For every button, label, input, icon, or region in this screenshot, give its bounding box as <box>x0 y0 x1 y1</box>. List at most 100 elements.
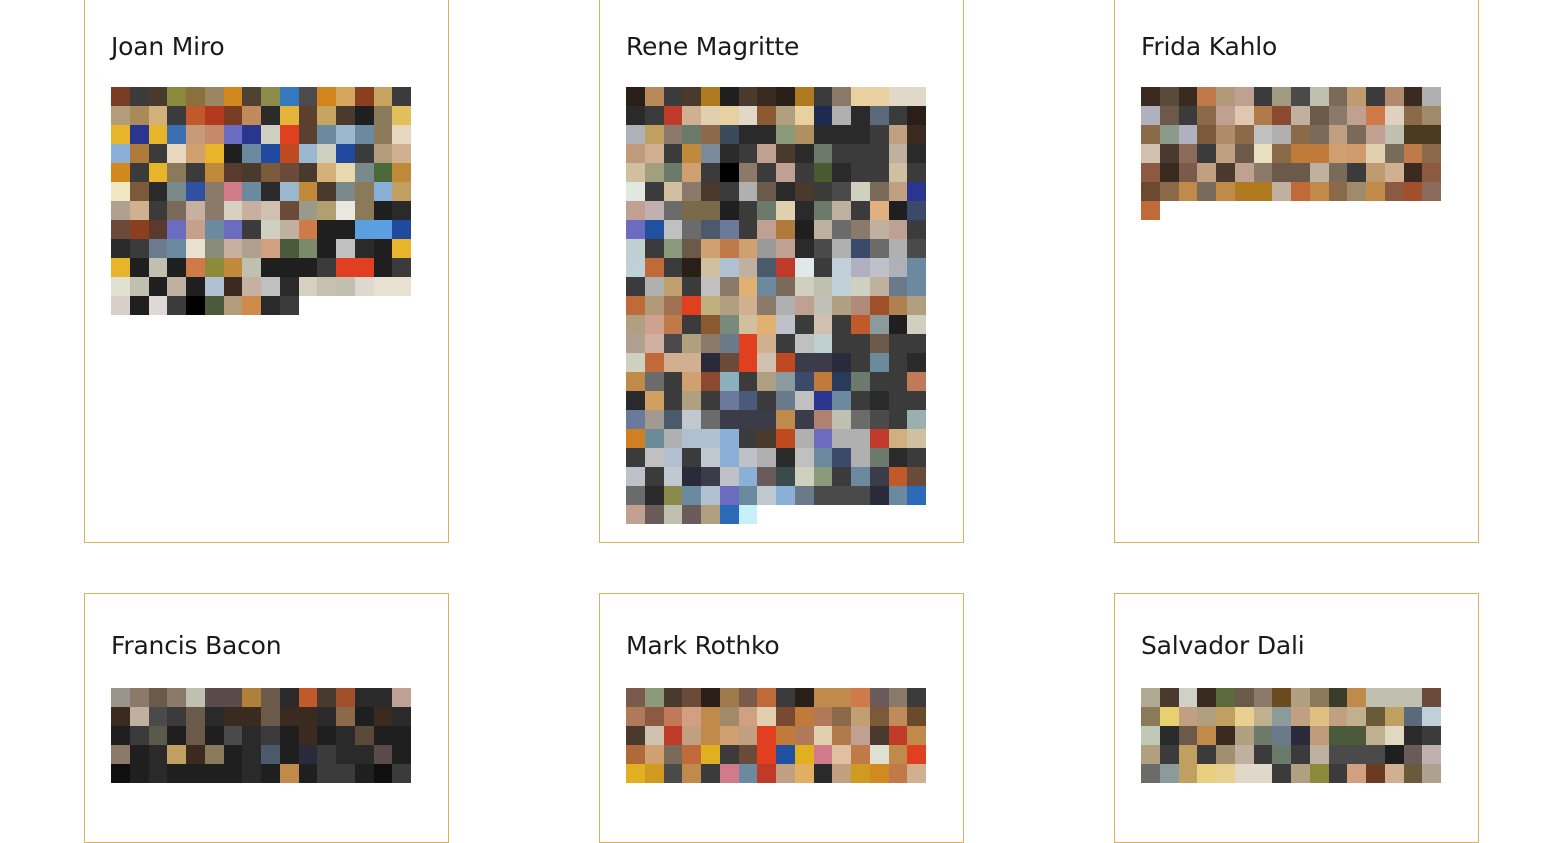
color-swatch <box>869 239 889 258</box>
color-swatch <box>1384 707 1404 726</box>
color-swatch <box>129 201 149 220</box>
color-swatch <box>1272 745 1291 764</box>
color-swatch <box>1328 125 1348 144</box>
color-swatch <box>1291 707 1310 726</box>
color-swatch <box>757 315 776 334</box>
color-swatch <box>813 745 833 764</box>
color-swatch <box>738 106 758 125</box>
color-swatch <box>888 448 908 467</box>
color-swatch <box>907 106 926 125</box>
artist-card-mark-rothko[interactable]: Mark Rothko <box>599 593 964 843</box>
color-swatch <box>129 726 149 745</box>
artist-card-frida-kahlo[interactable]: Frida Kahlo <box>1114 0 1479 543</box>
color-swatch <box>626 429 645 448</box>
color-swatch <box>1159 163 1179 182</box>
color-swatch <box>701 764 720 783</box>
color-swatch <box>701 125 720 144</box>
color-swatch <box>794 277 814 296</box>
color-swatch <box>813 726 833 745</box>
color-swatch <box>644 467 664 486</box>
color-swatch <box>242 182 261 201</box>
color-swatch <box>663 334 683 353</box>
color-swatch <box>851 486 870 505</box>
color-swatch <box>626 87 645 106</box>
color-swatch <box>776 372 795 391</box>
color-swatch <box>701 87 720 106</box>
color-swatch <box>392 745 411 764</box>
color-swatch <box>223 745 243 764</box>
color-swatch <box>354 239 374 258</box>
color-swatch <box>832 315 851 334</box>
color-swatch <box>204 239 224 258</box>
color-swatch <box>204 125 224 144</box>
color-swatch <box>279 258 299 277</box>
color-swatch <box>719 334 739 353</box>
color-swatch <box>148 239 168 258</box>
artist-card-joan-miro[interactable]: Joan Miro <box>84 0 449 543</box>
color-swatch <box>869 745 889 764</box>
color-swatch <box>663 467 683 486</box>
color-swatch <box>644 486 664 505</box>
color-swatch <box>261 144 280 163</box>
color-swatch <box>644 315 664 334</box>
color-swatch <box>682 258 701 277</box>
color-swatch <box>1178 87 1198 106</box>
color-swatch <box>776 353 795 372</box>
color-swatch <box>757 486 776 505</box>
color-swatch <box>1178 745 1198 764</box>
color-swatch <box>888 353 908 372</box>
color-swatch <box>261 726 280 745</box>
color-swatch <box>776 87 795 106</box>
color-swatch <box>242 220 261 239</box>
color-swatch <box>1272 726 1291 745</box>
color-swatch <box>1347 106 1366 125</box>
color-swatch <box>148 163 168 182</box>
color-swatch <box>701 726 720 745</box>
color-swatch <box>148 87 168 106</box>
color-swatch <box>757 448 776 467</box>
color-swatch <box>129 764 149 783</box>
artist-card-francis-bacon[interactable]: Francis Bacon <box>84 593 449 843</box>
artist-card-salvador-dali[interactable]: Salvador Dali <box>1114 593 1479 843</box>
color-swatch <box>111 87 130 106</box>
color-swatch <box>354 106 374 125</box>
color-swatch <box>776 144 795 163</box>
color-swatch <box>1178 182 1198 201</box>
color-swatch <box>1197 125 1216 144</box>
color-swatch <box>204 296 224 315</box>
color-swatch <box>1422 707 1441 726</box>
color-swatch <box>888 467 908 486</box>
artist-card-rene-magritte[interactable]: Rene Magritte <box>599 0 964 543</box>
color-swatch <box>261 201 280 220</box>
color-swatch <box>682 688 701 707</box>
color-swatch <box>738 745 758 764</box>
color-swatch <box>907 448 926 467</box>
color-swatch <box>1253 144 1273 163</box>
color-swatch <box>1384 87 1404 106</box>
color-swatch <box>832 87 851 106</box>
color-swatch <box>907 87 926 106</box>
color-swatch <box>626 277 645 296</box>
color-swatch <box>1141 182 1160 201</box>
color-swatch <box>1234 144 1254 163</box>
color-swatch <box>663 486 683 505</box>
color-swatch <box>626 125 645 144</box>
color-swatch <box>832 277 851 296</box>
color-swatch-grid <box>111 688 411 783</box>
color-swatch <box>1216 726 1235 745</box>
color-swatch <box>813 410 833 429</box>
color-swatch <box>1141 688 1160 707</box>
color-swatch <box>1159 764 1179 783</box>
color-swatch <box>851 353 870 372</box>
color-swatch <box>1253 182 1273 201</box>
color-swatch <box>888 182 908 201</box>
color-swatch <box>832 726 851 745</box>
color-swatch <box>813 277 833 296</box>
color-swatch <box>242 688 261 707</box>
color-swatch <box>626 144 645 163</box>
color-swatch <box>1253 163 1273 182</box>
color-swatch <box>832 334 851 353</box>
color-swatch <box>204 163 224 182</box>
color-swatch <box>354 220 374 239</box>
color-swatch <box>869 106 889 125</box>
